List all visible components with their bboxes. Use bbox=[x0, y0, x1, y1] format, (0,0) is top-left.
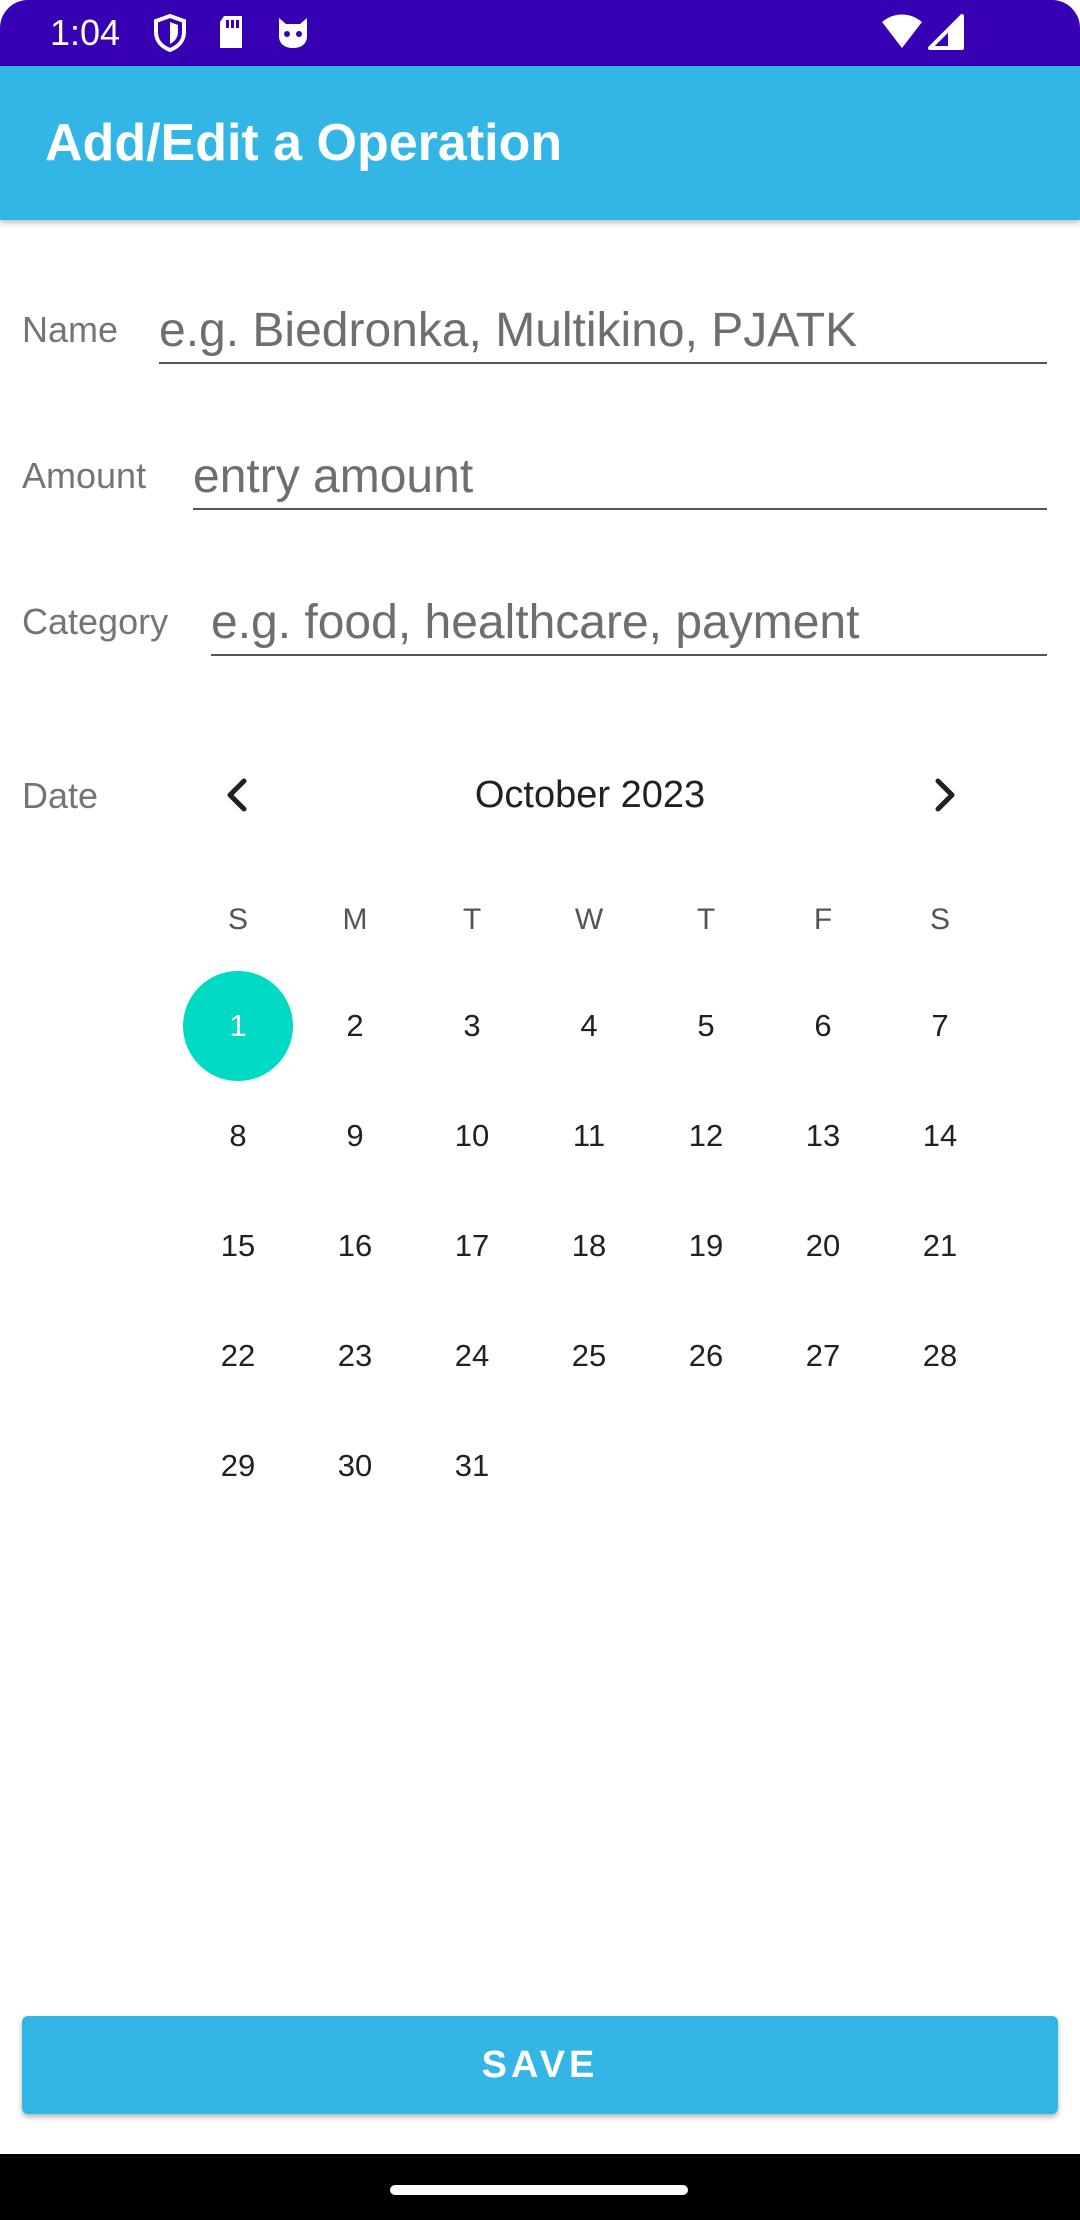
category-field[interactable] bbox=[211, 590, 1047, 656]
calendar-day[interactable]: 22 bbox=[183, 1301, 293, 1411]
sd-card-icon bbox=[216, 14, 246, 55]
calendar-day[interactable]: 30 bbox=[300, 1411, 410, 1521]
calendar-month-title: October 2023 bbox=[474, 774, 706, 816]
name-field[interactable] bbox=[159, 298, 1047, 364]
weekday-label: M bbox=[342, 903, 368, 936]
calendar-day[interactable]: 28 bbox=[885, 1301, 995, 1411]
chevron-right-icon bbox=[914, 778, 974, 829]
calendar-day[interactable]: 18 bbox=[534, 1191, 644, 1301]
calendar-day[interactable]: 25 bbox=[534, 1301, 644, 1411]
calendar-day-selected[interactable]: 1 bbox=[183, 971, 293, 1081]
shield-icon bbox=[152, 13, 188, 57]
calendar-day[interactable]: 11 bbox=[534, 1081, 644, 1191]
weekday-label: W bbox=[574, 903, 604, 936]
weekday-label: T bbox=[696, 903, 716, 936]
next-month-button[interactable] bbox=[914, 765, 974, 825]
calendar-day[interactable]: 2 bbox=[300, 971, 410, 1081]
calendar-day[interactable]: 13 bbox=[768, 1081, 878, 1191]
calendar-day[interactable]: 16 bbox=[300, 1191, 410, 1301]
calendar-day[interactable]: 12 bbox=[651, 1081, 761, 1191]
calendar-day[interactable]: 6 bbox=[768, 971, 878, 1081]
calendar-day[interactable]: 4 bbox=[534, 971, 644, 1081]
calendar-day[interactable]: 27 bbox=[768, 1301, 878, 1411]
chevron-left-icon bbox=[208, 778, 268, 829]
page-title: Add/Edit a Operation bbox=[45, 114, 563, 172]
calendar-day[interactable]: 15 bbox=[183, 1191, 293, 1301]
calendar-day[interactable]: 10 bbox=[417, 1081, 527, 1191]
calendar-day[interactable]: 9 bbox=[300, 1081, 410, 1191]
amount-label: Amount bbox=[22, 455, 147, 496]
calendar-day[interactable]: 23 bbox=[300, 1301, 410, 1411]
navigation-bar bbox=[0, 2154, 1080, 2220]
calendar-day[interactable]: 20 bbox=[768, 1191, 878, 1301]
home-handle[interactable] bbox=[390, 2185, 688, 2195]
calendar-day[interactable]: 31 bbox=[417, 1411, 527, 1521]
weekday-label: S bbox=[929, 903, 950, 936]
calendar-day[interactable]: 8 bbox=[183, 1081, 293, 1191]
calendar-day[interactable]: 24 bbox=[417, 1301, 527, 1411]
save-button[interactable]: SAVE bbox=[22, 2016, 1058, 2114]
name-label: Name bbox=[22, 309, 119, 350]
cat-icon bbox=[274, 14, 312, 55]
calendar-day[interactable]: 17 bbox=[417, 1191, 527, 1301]
calendar-day[interactable]: 14 bbox=[885, 1081, 995, 1191]
weekday-label: F bbox=[813, 903, 833, 936]
calendar-day[interactable]: 26 bbox=[651, 1301, 761, 1411]
calendar-day[interactable]: 21 bbox=[885, 1191, 995, 1301]
weekday-label: T bbox=[462, 903, 482, 936]
calendar-day[interactable]: 3 bbox=[417, 971, 527, 1081]
signal-icon bbox=[928, 14, 964, 55]
calendar-day[interactable]: 5 bbox=[651, 971, 761, 1081]
status-bar: 1:04 bbox=[0, 0, 1080, 66]
date-label: Date bbox=[22, 775, 99, 816]
wifi-icon bbox=[880, 14, 924, 55]
category-label: Category bbox=[22, 601, 169, 642]
app-bar: Add/Edit a Operation bbox=[0, 66, 1080, 220]
prev-month-button[interactable] bbox=[208, 765, 268, 825]
calendar-day[interactable]: 29 bbox=[183, 1411, 293, 1521]
weekday-label: S bbox=[227, 903, 248, 936]
amount-field[interactable] bbox=[193, 444, 1047, 510]
calendar-day[interactable]: 19 bbox=[651, 1191, 761, 1301]
calendar-day[interactable]: 7 bbox=[885, 971, 995, 1081]
status-time: 1:04 bbox=[50, 12, 121, 53]
